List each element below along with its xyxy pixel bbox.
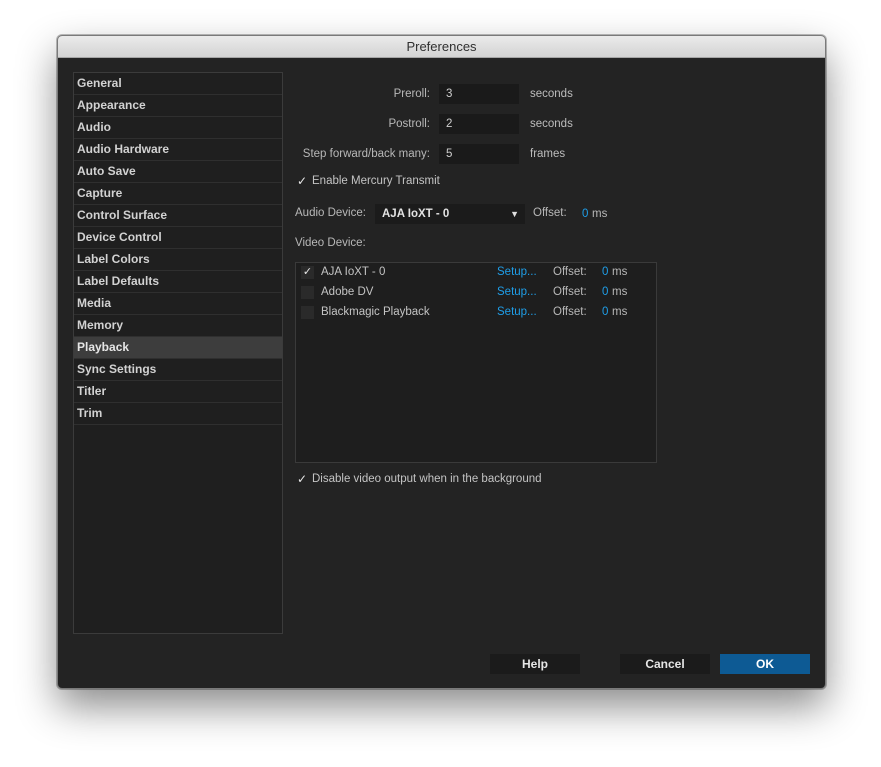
postroll-unit: seconds — [530, 118, 573, 130]
video-device-setup-link[interactable]: Setup... — [497, 266, 537, 278]
step-label: Step forward/back many: — [302, 148, 430, 160]
video-device-list: ✓ AJA IoXT - 0 Setup... Offset: 0 ms Ado… — [295, 262, 657, 463]
sidebar-item-general[interactable]: General — [74, 73, 282, 95]
audio-device-select[interactable]: AJA IoXT - 0 ▼ — [375, 204, 525, 224]
video-device-setup-link[interactable]: Setup... — [497, 306, 537, 318]
video-device-row: Adobe DV Setup... Offset: 0 ms — [296, 283, 656, 303]
video-device-offset-label: Offset: — [553, 286, 587, 298]
sidebar-item-memory[interactable]: Memory — [74, 315, 282, 337]
audio-device-value: AJA IoXT - 0 — [382, 208, 450, 220]
sidebar-item-label-colors[interactable]: Label Colors — [74, 249, 282, 271]
sidebar-item-label-defaults[interactable]: Label Defaults — [74, 271, 282, 293]
video-device-offset-unit: ms — [612, 266, 628, 278]
sidebar-item-appearance[interactable]: Appearance — [74, 95, 282, 117]
sidebar-item-sync-settings[interactable]: Sync Settings — [74, 359, 282, 381]
video-device-setup-link[interactable]: Setup... — [497, 286, 537, 298]
postroll-label: Postroll: — [388, 118, 430, 130]
video-device-offset-value[interactable]: 0 — [602, 286, 608, 298]
preroll-input[interactable]: 3 — [439, 84, 519, 104]
video-device-checkbox[interactable] — [301, 286, 314, 299]
window-title: Preferences — [58, 36, 825, 58]
preroll-label: Preroll: — [393, 88, 430, 100]
audio-offset-unit: ms — [592, 208, 608, 220]
sidebar-item-capture[interactable]: Capture — [74, 183, 282, 205]
preferences-window: Preferences General Appearance Audio Aud… — [57, 35, 826, 689]
disable-bg-output-label: Disable video output when in the backgro… — [312, 473, 542, 485]
video-device-checkbox[interactable] — [301, 306, 314, 319]
audio-offset-value[interactable]: 0 — [582, 208, 588, 220]
sidebar-item-titler[interactable]: Titler — [74, 381, 282, 403]
help-button[interactable]: Help — [490, 654, 580, 674]
video-device-offset-value[interactable]: 0 — [602, 266, 608, 278]
mercury-transmit-label: Enable Mercury Transmit — [312, 175, 440, 187]
sidebar-item-device-control[interactable]: Device Control — [74, 227, 282, 249]
preferences-sidebar: General Appearance Audio Audio Hardware … — [73, 72, 283, 634]
audio-device-label: Audio Device: — [295, 207, 366, 219]
video-device-offset-unit: ms — [612, 286, 628, 298]
video-device-name: Blackmagic Playback — [321, 306, 430, 318]
video-device-offset-unit: ms — [612, 306, 628, 318]
postroll-input[interactable]: 2 — [439, 114, 519, 134]
preroll-unit: seconds — [530, 88, 573, 100]
video-device-checkbox[interactable]: ✓ — [301, 266, 314, 279]
sidebar-item-auto-save[interactable]: Auto Save — [74, 161, 282, 183]
video-device-row: Blackmagic Playback Setup... Offset: 0 m… — [296, 303, 656, 323]
disable-bg-output-checkbox[interactable]: ✓ — [297, 472, 307, 486]
mercury-transmit-checkbox[interactable]: ✓ — [297, 174, 307, 188]
sidebar-item-audio-hardware[interactable]: Audio Hardware — [74, 139, 282, 161]
audio-offset-label: Offset: — [533, 207, 567, 219]
video-device-name: AJA IoXT - 0 — [321, 266, 386, 278]
video-device-offset-value[interactable]: 0 — [602, 306, 608, 318]
sidebar-item-audio[interactable]: Audio — [74, 117, 282, 139]
cancel-button[interactable]: Cancel — [620, 654, 710, 674]
video-device-label: Video Device: — [295, 237, 366, 249]
sidebar-item-trim[interactable]: Trim — [74, 403, 282, 425]
video-device-name: Adobe DV — [321, 286, 374, 298]
video-device-row: ✓ AJA IoXT - 0 Setup... Offset: 0 ms — [296, 263, 656, 283]
video-device-offset-label: Offset: — [553, 266, 587, 278]
chevron-down-icon: ▼ — [510, 209, 519, 219]
step-input[interactable]: 5 — [439, 144, 519, 164]
sidebar-item-control-surface[interactable]: Control Surface — [74, 205, 282, 227]
video-device-offset-label: Offset: — [553, 306, 587, 318]
sidebar-item-playback[interactable]: Playback — [74, 337, 282, 359]
sidebar-item-media[interactable]: Media — [74, 293, 282, 315]
step-unit: frames — [530, 148, 566, 160]
ok-button[interactable]: OK — [720, 654, 810, 674]
